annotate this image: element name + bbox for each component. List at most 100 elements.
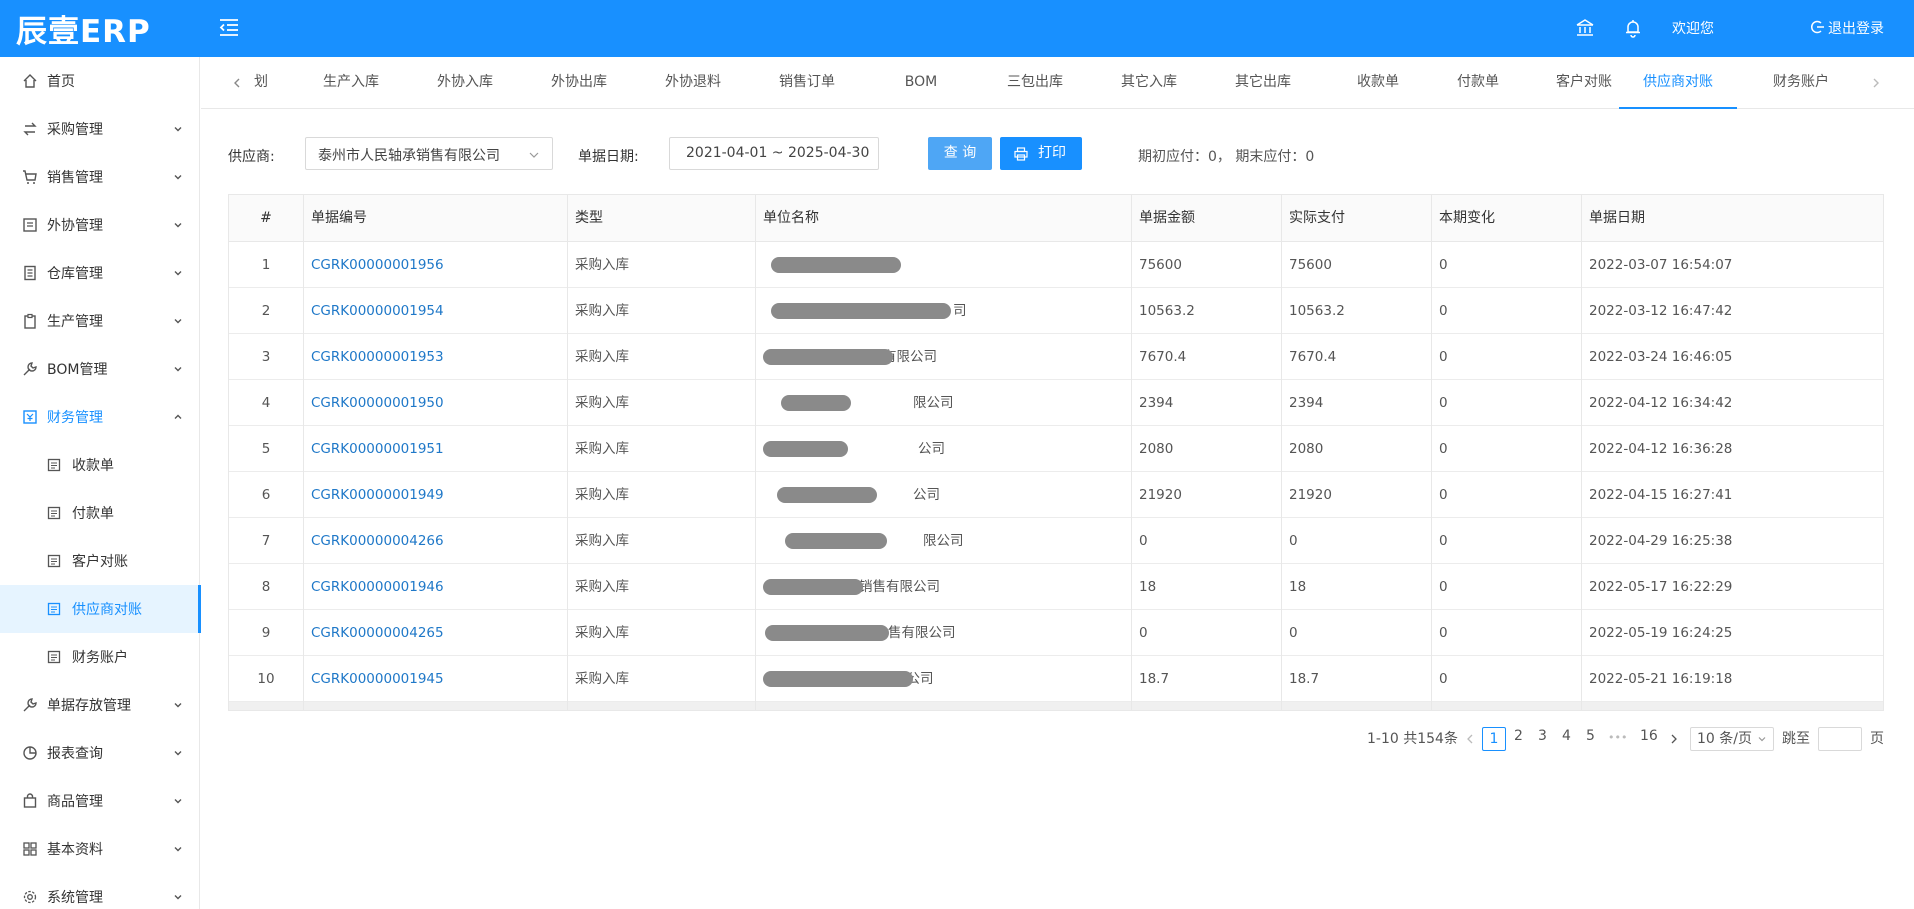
- tab-bom[interactable]: BOM: [881, 57, 961, 109]
- chevron-right-icon[interactable]: [1868, 75, 1884, 91]
- cell-date: 2022-05-17 16:22:29: [1589, 579, 1733, 595]
- cell-amount: 2080: [1139, 441, 1174, 457]
- tab-receipt[interactable]: 收款单: [1341, 57, 1415, 109]
- page-2-button[interactable]: 2: [1514, 728, 1523, 744]
- supplier-label: 供应商:: [228, 149, 275, 165]
- sidebar-item-outsource[interactable]: 外协管理: [0, 201, 200, 249]
- bell-icon[interactable]: [1622, 17, 1644, 39]
- sidebar-item-receipt[interactable]: 收款单: [0, 441, 200, 489]
- page-1-button[interactable]: 1: [1482, 727, 1506, 751]
- finance-icon: [23, 410, 37, 424]
- doc-no-link[interactable]: CGRK00000001951: [303, 426, 567, 472]
- chevron-left-icon[interactable]: [229, 75, 245, 91]
- sidebar-item-label: 首页: [47, 74, 75, 90]
- sidebar-item-label: 基本资料: [47, 842, 103, 858]
- supplier-select[interactable]: 泰州市人民轴承销售有限公司: [305, 137, 553, 170]
- pie-icon: [23, 746, 37, 760]
- sidebar-item-system[interactable]: 系统管理: [0, 873, 200, 909]
- tab-supplier-reconcile[interactable]: 供应商对账: [1619, 57, 1737, 109]
- column-header-type: 类型: [575, 210, 603, 226]
- sidebar-item-label: 供应商对账: [72, 602, 142, 618]
- cell-change: 0: [1439, 579, 1448, 595]
- cell-amount: 0: [1139, 625, 1148, 641]
- logout-link[interactable]: 退出登录: [1828, 18, 1884, 38]
- sidebar-item-warehouse[interactable]: 仓库管理: [0, 249, 200, 297]
- cell-amount: 2394: [1139, 395, 1174, 411]
- tab-plan[interactable]: 划: [251, 57, 271, 109]
- date-range-picker[interactable]: 2021-04-01 ~ 2025-04-30: [669, 137, 879, 170]
- cell-paid: 2394: [1289, 395, 1324, 411]
- tab-finance-account[interactable]: 财务账户: [1761, 57, 1841, 109]
- cell-paid: 0: [1289, 625, 1298, 641]
- tab-payment[interactable]: 付款单: [1441, 57, 1515, 109]
- doc-no-link[interactable]: CGRK00000004266: [303, 518, 567, 564]
- doc-no-link[interactable]: CGRK00000001945: [303, 656, 567, 702]
- menu-fold-icon[interactable]: [218, 16, 240, 38]
- page-ellipsis[interactable]: •••: [1608, 731, 1627, 744]
- page-4-button[interactable]: 4: [1562, 728, 1571, 744]
- reconcile-table: # 单据编号 类型 单位名称 单据金额 实际支付 本期变化 单据日期 1 CGRK…: [228, 194, 1884, 711]
- logout-icon[interactable]: [1810, 19, 1826, 35]
- doc-no-link[interactable]: CGRK00000001946: [303, 564, 567, 610]
- doc-no-link[interactable]: CGRK00000001953: [303, 334, 567, 380]
- sidebar-item-payment[interactable]: 付款单: [0, 489, 200, 537]
- bank-icon[interactable]: [1574, 17, 1596, 39]
- sidebar-item-document-storage[interactable]: 单据存放管理: [0, 681, 200, 729]
- sidebar-item-finance[interactable]: 财务管理: [0, 393, 200, 441]
- tab-production-in[interactable]: 生产入库: [311, 57, 391, 109]
- sidebar-item-home[interactable]: 首页: [0, 57, 200, 105]
- tab-customer-reconcile[interactable]: 客户对账: [1539, 57, 1629, 109]
- page-5-button[interactable]: 5: [1586, 728, 1595, 744]
- sidebar-item-reports[interactable]: 报表查询: [0, 729, 200, 777]
- cell-date: 2022-03-12 16:47:42: [1589, 303, 1733, 319]
- doc-no-link[interactable]: CGRK00000001956: [303, 242, 567, 288]
- cell-amount: 21920: [1139, 487, 1182, 503]
- table-row: 5 CGRK00000001951 采购入库 公司 2080 2080 0 2022-04-1…: [229, 426, 1883, 472]
- chevron-right-icon[interactable]: [1668, 733, 1680, 745]
- doc-no-link[interactable]: CGRK00000001949: [303, 472, 567, 518]
- doc-no-link[interactable]: CGRK00000001954: [303, 288, 567, 334]
- cell-change: 0: [1439, 395, 1448, 411]
- chevron-left-icon[interactable]: [1464, 733, 1476, 745]
- horizontal-scrollbar[interactable]: [229, 702, 1883, 710]
- sidebar-item-label: 财务管理: [47, 410, 103, 426]
- cell-date: 2022-05-21 16:19:18: [1589, 671, 1733, 687]
- jump-page-input[interactable]: [1818, 727, 1862, 751]
- tab-other-in[interactable]: 其它入库: [1109, 57, 1189, 109]
- sidebar-item-production[interactable]: 生产管理: [0, 297, 200, 345]
- sidebar-item-sales[interactable]: 销售管理: [0, 153, 200, 201]
- sidebar-item-finance-account[interactable]: 财务账户: [0, 633, 200, 681]
- redacted-block: [777, 487, 877, 503]
- sidebar-item-purchase[interactable]: 采购管理: [0, 105, 200, 153]
- cell-change: 0: [1439, 533, 1448, 549]
- cell-date: 2022-03-24 16:46:05: [1589, 349, 1733, 365]
- cell-paid: 75600: [1289, 257, 1332, 273]
- tab-sales-order[interactable]: 销售订单: [767, 57, 847, 109]
- home-icon: [23, 74, 37, 88]
- sidebar-item-products[interactable]: 商品管理: [0, 777, 200, 825]
- chevron-down-icon: [174, 895, 182, 900]
- tab-outsource-in[interactable]: 外协入库: [425, 57, 505, 109]
- tab-outsource-return[interactable]: 外协退料: [653, 57, 733, 109]
- wrench-icon: [23, 698, 37, 712]
- sidebar-item-label: 财务账户: [72, 650, 128, 666]
- doc-no-link[interactable]: CGRK00000004265: [303, 610, 567, 656]
- cell-change: 0: [1439, 441, 1448, 457]
- column-header-date: 单据日期: [1589, 210, 1645, 226]
- sidebar-item-bom[interactable]: BOM管理: [0, 345, 200, 393]
- tab-other-out[interactable]: 其它出库: [1223, 57, 1303, 109]
- cell-date: 2022-04-29 16:25:38: [1589, 533, 1733, 549]
- print-button[interactable]: 打印: [1000, 137, 1082, 170]
- sidebar-item-supplier-reconcile[interactable]: 供应商对账: [0, 585, 201, 633]
- sidebar-item-customer-reconcile[interactable]: 客户对账: [0, 537, 200, 585]
- sidebar-item-basic-data[interactable]: 基本资料: [0, 825, 200, 873]
- tab-outsource-out[interactable]: 外协出库: [539, 57, 619, 109]
- page-16-button[interactable]: 16: [1640, 728, 1658, 744]
- page-3-button[interactable]: 3: [1538, 728, 1547, 744]
- page-size-select[interactable]: 10 条/页: [1690, 727, 1774, 751]
- cart-icon: [23, 170, 37, 184]
- tab-warranty-out[interactable]: 三包出库: [995, 57, 1075, 109]
- cell-type: 采购入库: [575, 487, 629, 503]
- doc-no-link[interactable]: CGRK00000001950: [303, 380, 567, 426]
- query-button[interactable]: 查 询: [928, 137, 992, 170]
